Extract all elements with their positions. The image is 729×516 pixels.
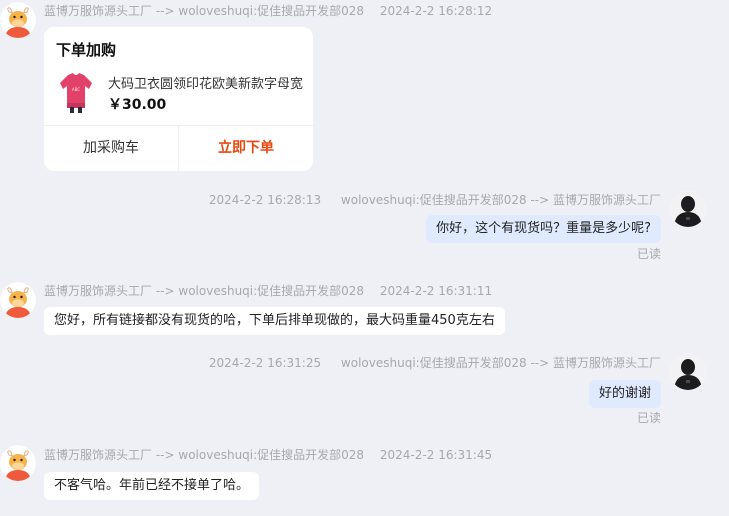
receiver-name: woloveshuqi:促佳搜品开发部028 — [178, 4, 365, 18]
sender-name: woloveshuqi:促佳搜品开发部028 — [340, 193, 527, 207]
card-actions: 加采购车 立即下单 — [44, 125, 313, 171]
receiver-name: 蓝博万服饰源头工厂 — [552, 193, 661, 207]
receiver-name: woloveshuqi:促佳搜品开发部028 — [178, 284, 365, 298]
message-meta: 2024-2-2 16:28:13 woloveshuqi:促佳搜品开发部028… — [209, 191, 661, 208]
message-meta: 蓝博万服饰源头工厂 --> woloveshuqi:促佳搜品开发部028 202… — [44, 2, 492, 19]
buyer-avatar-icon[interactable] — [670, 354, 706, 390]
sender-name: 蓝博万服饰源头工厂 — [44, 448, 153, 462]
message-time: 2024-2-2 16:28:13 — [208, 193, 322, 207]
message-meta: 蓝博万服饰源头工厂 --> woloveshuqi:促佳搜品开发部028 202… — [44, 282, 492, 299]
message-meta: 蓝博万服饰源头工厂 --> woloveshuqi:促佳搜品开发部028 202… — [44, 446, 492, 463]
receiver-name: 蓝博万服饰源头工厂 — [552, 356, 661, 370]
svg-text:ABC: ABC — [72, 87, 80, 92]
read-status: 已读 — [636, 247, 661, 261]
order-now-button[interactable]: 立即下单 — [179, 126, 313, 171]
arrow-separator: --> — [155, 448, 175, 462]
seller-cow-avatar-icon[interactable] — [0, 2, 36, 38]
message-time: 2024-2-2 16:31:25 — [208, 356, 322, 370]
add-to-cart-button[interactable]: 加采购车 — [44, 126, 179, 171]
arrow-separator: --> — [155, 4, 175, 18]
sender-name: 蓝博万服饰源头工厂 — [44, 4, 153, 18]
product-thumbnail-icon[interactable]: ABC — [56, 69, 96, 113]
seller-cow-avatar-icon[interactable] — [0, 282, 36, 318]
buyer-avatar-icon[interactable] — [670, 191, 706, 227]
sender-name: 蓝博万服饰源头工厂 — [44, 284, 153, 298]
message-bubble[interactable]: 好的谢谢 — [588, 380, 661, 408]
chat-window: 蓝博万服饰源头工厂 --> woloveshuqi:促佳搜品开发部028 202… — [0, 0, 729, 516]
sender-name: woloveshuqi:促佳搜品开发部028 — [340, 356, 527, 370]
message-time: 2024-2-2 16:31:11 — [379, 284, 493, 298]
card-title: 下单加购 — [56, 41, 117, 59]
message-bubble[interactable]: 不客气哈。年前已经不接单了哈。 — [44, 472, 260, 500]
message-bubble[interactable]: 你好，这个有现货吗？重量是多少呢? — [426, 215, 661, 243]
message-time: 2024-2-2 16:28:12 — [379, 4, 493, 18]
product-price: ￥30.00 — [108, 97, 167, 113]
arrow-separator: --> — [530, 193, 550, 207]
seller-cow-avatar-icon[interactable] — [0, 445, 36, 481]
message-bubble[interactable]: 您好，所有链接都没有现货的哈，下单后排单现做的，最大码重量450克左右 — [44, 307, 505, 335]
read-status: 已读 — [636, 411, 661, 425]
order-card: 下单加购 ABC 大码卫衣圆领印花欧美新款字母宽 ￥30.00 加采购车 立即下… — [44, 27, 313, 171]
arrow-separator: --> — [530, 356, 550, 370]
arrow-separator: --> — [155, 284, 175, 298]
product-name[interactable]: 大码卫衣圆领印花欧美新款字母宽 — [108, 73, 308, 92]
message-time: 2024-2-2 16:31:45 — [379, 448, 493, 462]
receiver-name: woloveshuqi:促佳搜品开发部028 — [178, 448, 365, 462]
message-meta: 2024-2-2 16:31:25 woloveshuqi:促佳搜品开发部028… — [209, 354, 661, 371]
